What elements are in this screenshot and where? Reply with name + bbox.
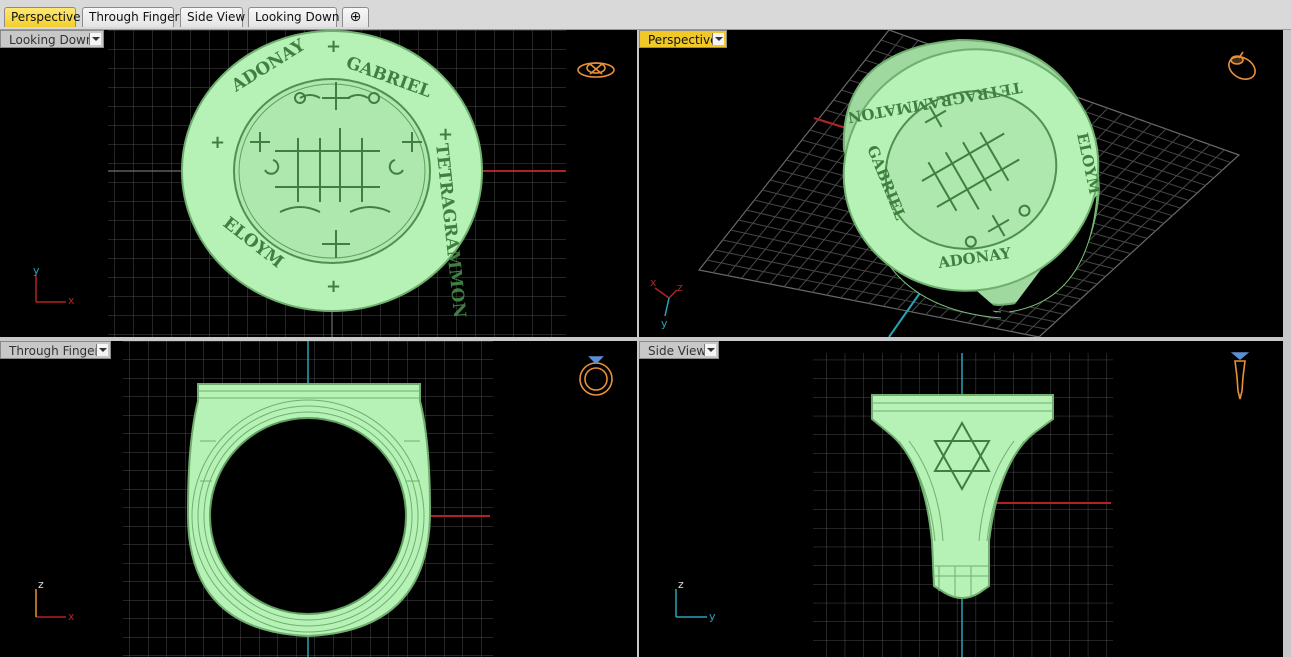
viewport-looking-down[interactable]: ADONAY TETRAGRAMMON ELOYM GABRIEL + + + … (0, 30, 637, 337)
chevron-down-icon[interactable] (89, 33, 101, 45)
svg-text:x: x (68, 294, 75, 307)
viewport-label-perspective[interactable]: Perspective (639, 30, 727, 48)
tab-side-view[interactable]: Side View (180, 7, 245, 27)
axis-widget: x z y (650, 276, 683, 330)
viewport-label-text: Looking Down (9, 33, 94, 47)
add-tab-button[interactable]: ⊕ (342, 7, 369, 27)
svg-text:x: x (650, 276, 657, 289)
svg-text:y: y (33, 264, 40, 277)
viewport-side-view[interactable]: y z Side View (639, 341, 1283, 657)
svg-text:z: z (677, 281, 683, 294)
viewport-label-text: Side View (648, 344, 707, 358)
viewport-label-looking-down[interactable]: Looking Down (0, 30, 104, 48)
viewport-label-through-finger[interactable]: Through Finger (0, 341, 111, 359)
ring-thumbnail-icon[interactable] (1230, 352, 1250, 400)
ring-front-profile (186, 383, 432, 638)
tab-looking-down[interactable]: Looking Down (248, 7, 339, 27)
perspective-scene: ADONAY GABRIEL ELOYM TETRAGRAMMATON x z … (650, 30, 1259, 337)
chevron-down-icon[interactable] (704, 344, 716, 356)
axis-widget: y z (675, 578, 716, 623)
viewport-perspective[interactable]: ADONAY GABRIEL ELOYM TETRAGRAMMATON x z … (639, 30, 1283, 337)
svg-text:+: + (438, 124, 453, 145)
svg-text:+: + (210, 132, 225, 153)
svg-text:z: z (38, 578, 44, 591)
axis-widget: x z (35, 578, 75, 623)
tab-perspective[interactable]: Perspective (4, 7, 81, 27)
ring-thumbnail-icon[interactable] (577, 62, 615, 78)
viewport-label-text: Through Finger (9, 344, 100, 358)
svg-text:y: y (709, 610, 716, 623)
axis-widget: x y (33, 264, 75, 307)
svg-text:x: x (68, 610, 75, 623)
tab-through-finger[interactable]: Through Finger (82, 7, 180, 27)
side-view-scene: y z (675, 352, 1250, 657)
plus-icon: ⊕ (349, 9, 362, 25)
through-finger-scene: x z (35, 341, 613, 657)
ring-perspective: ADONAY GABRIEL ELOYM TETRAGRAMMATON (842, 38, 1104, 319)
svg-text:+: + (326, 36, 341, 57)
looking-down-scene: ADONAY TETRAGRAMMON ELOYM GABRIEL + + + … (33, 30, 615, 337)
viewport-through-finger[interactable]: x z Through Finger (0, 341, 637, 657)
svg-text:y: y (661, 317, 668, 330)
svg-text:z: z (678, 578, 684, 591)
chevron-down-icon[interactable] (712, 33, 724, 45)
svg-text:+: + (326, 276, 341, 297)
ring-thumbnail-icon[interactable] (1225, 51, 1259, 84)
viewport-tab-bar: Perspective Through Finger Side View Loo… (0, 0, 1291, 30)
chevron-down-icon[interactable] (96, 344, 108, 356)
ring-thumbnail-icon[interactable] (579, 356, 613, 396)
viewport-label-text: Perspective (648, 33, 718, 47)
viewport-label-side-view[interactable]: Side View (639, 341, 719, 359)
